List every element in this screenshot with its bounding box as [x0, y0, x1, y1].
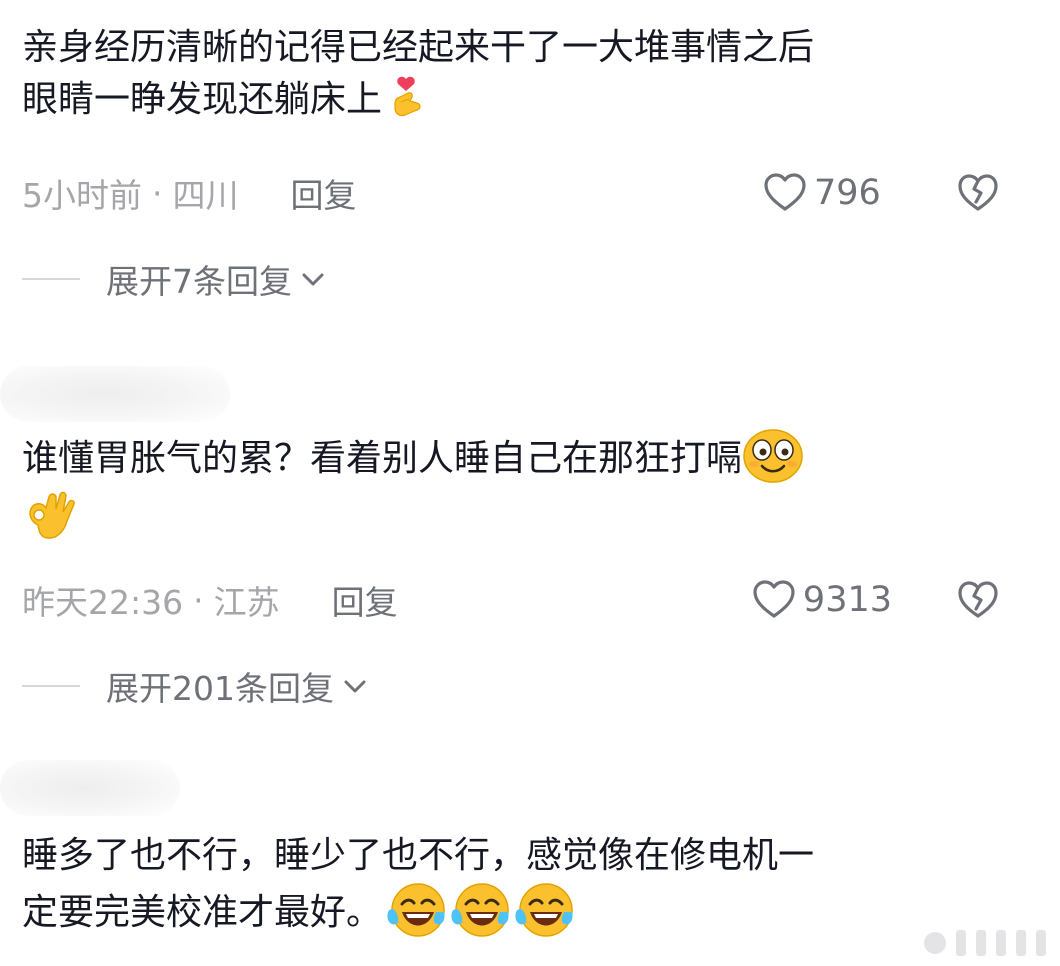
chevron-down-icon	[342, 676, 368, 696]
heart-icon	[751, 578, 797, 622]
heart-icon	[762, 171, 808, 215]
broken-heart-icon	[956, 171, 1000, 215]
username-blurred[interactable]	[0, 366, 230, 422]
like-count: 796	[814, 173, 881, 213]
comment-meta: 5小时前 · 四川 回复 796	[22, 171, 1000, 215]
chevron-down-icon	[300, 269, 326, 289]
reply-button[interactable]: 回复	[291, 169, 357, 217]
tears-of-joy-icon	[512, 882, 576, 940]
tears-of-joy-icon	[384, 882, 448, 940]
comment-body: 睡多了也不行，睡少了也不行，感觉像在修电机一 定要完美校准才最好。	[22, 830, 1022, 940]
like-count: 9313	[802, 580, 892, 620]
meta-separator: ·	[152, 173, 163, 213]
comment-text-line: 定要完美校准才最好。	[22, 882, 1022, 940]
comment-body: 亲身经历清晰的记得已经起来干了一大堆事情之后 眼睛一睁发现还躺床上	[22, 22, 1022, 126]
divider	[22, 278, 80, 280]
divider	[22, 685, 80, 687]
dislike-button[interactable]	[956, 578, 1000, 622]
comment-time: 昨天22:36	[22, 583, 184, 622]
reply-button[interactable]: 回复	[332, 576, 398, 624]
comment-text-line: 睡多了也不行，睡少了也不行，感觉像在修电机一	[22, 835, 815, 876]
broken-heart-icon	[956, 578, 1000, 622]
comment-location: 江苏	[213, 583, 280, 622]
comment-text-line: 眼睛一睁发现还躺床上	[22, 74, 1022, 126]
expand-replies-label: 展开7条回复	[106, 262, 292, 301]
ok-hand-icon	[22, 485, 82, 547]
like-button[interactable]: 9313	[751, 578, 892, 622]
comment-meta: 昨天22:36 · 江苏 回复 9313	[22, 578, 1000, 622]
like-button[interactable]: 796	[762, 171, 892, 215]
expand-replies-button[interactable]: 展开201条回复	[22, 664, 368, 708]
comment-text-line: 谁懂胃胀气的累？看着别人睡自己在那狂打嗝	[22, 428, 1022, 485]
expand-replies-label: 展开201条回复	[106, 669, 334, 708]
smiling-face-icon	[742, 428, 804, 484]
dislike-button[interactable]	[956, 171, 1000, 215]
expand-replies-button[interactable]: 展开7条回复	[22, 257, 326, 301]
watermark	[924, 930, 1046, 956]
meta-separator: ·	[193, 580, 204, 620]
comment-list: 亲身经历清晰的记得已经起来干了一大堆事情之后 眼睛一睁发现还躺床上 5小时前 ·…	[0, 0, 1060, 966]
tears-of-joy-icon	[448, 882, 512, 940]
comment-body: 谁懂胃胀气的累？看着别人睡自己在那狂打嗝	[22, 428, 1022, 549]
comment-text-line: 亲身经历清晰的记得已经起来干了一大堆事情之后	[22, 27, 815, 68]
username-blurred[interactable]	[0, 760, 180, 816]
comment-time: 5小时前	[22, 176, 142, 215]
comment-location: 四川	[172, 176, 239, 215]
comment-text-line	[22, 485, 1022, 549]
finger-heart-icon	[384, 75, 428, 119]
